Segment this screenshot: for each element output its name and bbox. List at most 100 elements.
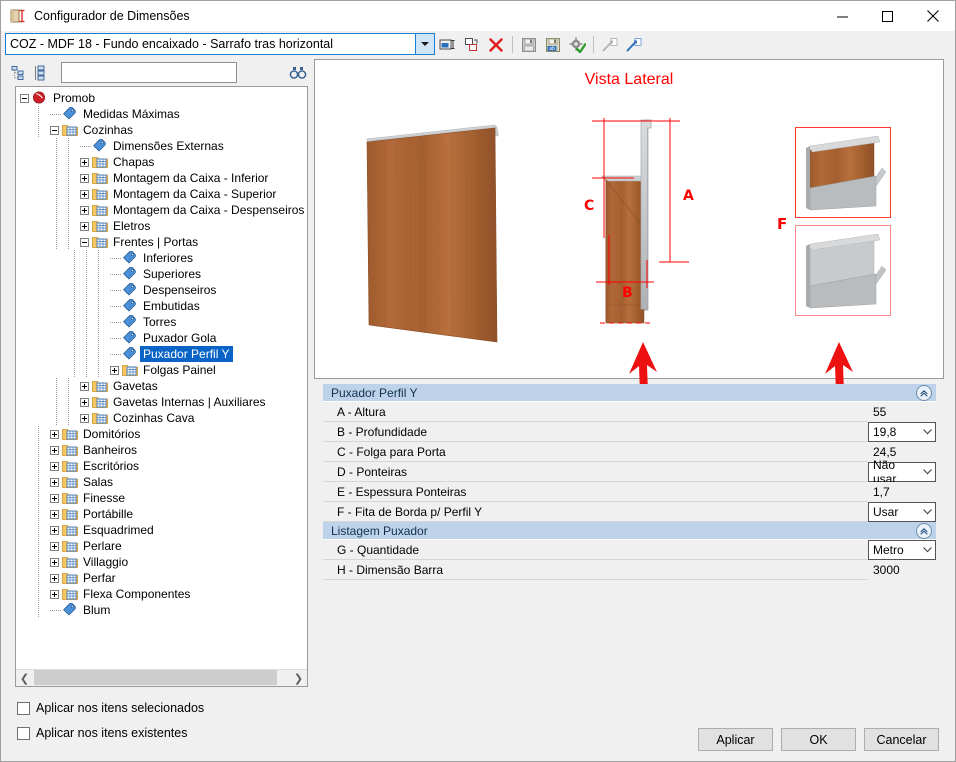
property-value[interactable]: 55 <box>868 401 936 422</box>
tree-item-embutidas[interactable]: Embutidas <box>16 298 307 314</box>
save-icon[interactable] <box>518 34 540 56</box>
scrollbar-thumb[interactable] <box>34 669 277 685</box>
expand-all-icon[interactable] <box>9 62 31 84</box>
tree-item-despenseiros[interactable]: Despenseiros <box>16 282 307 298</box>
export-icon[interactable] <box>599 34 621 56</box>
tree-item-banheiros[interactable]: Banheiros <box>16 442 307 458</box>
expand-icon[interactable] <box>50 493 59 503</box>
property-select[interactable]: Metro <box>868 539 936 560</box>
expand-icon[interactable] <box>50 477 59 487</box>
model-select[interactable]: COZ - MDF 18 - Fundo encaixado - Sarrafo… <box>5 33 435 55</box>
property-select[interactable]: Usar <box>868 501 936 522</box>
chevron-left-icon[interactable]: ❮ <box>16 670 33 687</box>
minimize-button[interactable] <box>820 2 865 31</box>
checkbox-box[interactable] <box>17 701 30 715</box>
property-select[interactable]: Não usar <box>868 458 936 486</box>
tree-item-escrit-rios[interactable]: Escritórios <box>16 458 307 474</box>
tree-item-promob[interactable]: Promob <box>16 90 307 106</box>
tree-item-eletros[interactable]: Eletros <box>16 218 307 234</box>
tree-item-cozinhas-cava[interactable]: Cozinhas Cava <box>16 410 307 426</box>
tree-item-montagem-da-caixa-superior[interactable]: Montagem da Caixa - Superior <box>16 186 307 202</box>
apply-button[interactable]: Aplicar <box>698 728 773 751</box>
expand-icon[interactable] <box>50 509 59 519</box>
chevron-right-icon[interactable]: ❯ <box>290 670 307 687</box>
chevron-down-icon[interactable] <box>919 546 935 553</box>
collapse-icon[interactable] <box>20 93 29 103</box>
property-value[interactable]: 1,7 <box>868 481 936 502</box>
model-tree-panel[interactable]: Promob Medidas Máximas Cozinhas Dimensões E… <box>15 86 308 687</box>
tree-item-perlare[interactable]: Perlare <box>16 538 307 554</box>
close-button[interactable] <box>910 2 955 31</box>
expand-icon[interactable] <box>80 157 89 167</box>
expand-icon[interactable] <box>80 205 89 215</box>
checkbox-apply-existing[interactable]: Aplicar nos itens existentes <box>17 726 187 740</box>
expand-icon[interactable] <box>80 381 89 391</box>
collapse-all-icon[interactable] <box>31 62 53 84</box>
maximize-button[interactable] <box>865 2 910 31</box>
tree-item-dimens-es-externas[interactable]: Dimensões Externas <box>16 138 307 154</box>
tree-item-domit-rios[interactable]: Domitórios <box>16 426 307 442</box>
apply-settings-icon[interactable] <box>566 34 588 56</box>
tree-item-perfar[interactable]: Perfar <box>16 570 307 586</box>
binoculars-find-icon[interactable] <box>287 63 309 83</box>
checkbox-box[interactable] <box>17 726 30 740</box>
tree-item-torres[interactable]: Torres <box>16 314 307 330</box>
tree-item-superiores[interactable]: Superiores <box>16 266 307 282</box>
tree-item-chapas[interactable]: Chapas <box>16 154 307 170</box>
expand-icon[interactable] <box>50 525 59 535</box>
tree-item-montagem-da-caixa-inferior[interactable]: Montagem da Caixa - Inferior <box>16 170 307 186</box>
expand-icon[interactable] <box>50 573 59 583</box>
tree-item-finesse[interactable]: Finesse <box>16 490 307 506</box>
tree-item-flexa-componentes[interactable]: Flexa Componentes <box>16 586 307 602</box>
tree-item-salas[interactable]: Salas <box>16 474 307 490</box>
chevron-down-icon[interactable] <box>415 34 434 54</box>
tree-item-port-bille[interactable]: Portábille <box>16 506 307 522</box>
property-value[interactable]: 3000 <box>868 559 936 580</box>
expand-icon[interactable] <box>50 445 59 455</box>
expand-icon[interactable] <box>80 221 89 231</box>
collapse-icon[interactable] <box>50 125 59 135</box>
duplicate-icon[interactable] <box>461 34 483 56</box>
property-select[interactable]: 19,8 <box>868 421 936 442</box>
expand-icon[interactable] <box>50 461 59 471</box>
search-input[interactable] <box>61 62 237 83</box>
property-group-header[interactable]: Listagem Puxador <box>323 522 936 540</box>
tree-item-inferiores[interactable]: Inferiores <box>16 250 307 266</box>
chevron-down-icon[interactable] <box>919 508 935 515</box>
cancel-button[interactable]: Cancelar <box>864 728 939 751</box>
scrollbar-track[interactable] <box>33 669 290 687</box>
tree-item-folgas-painel[interactable]: Folgas Painel <box>16 362 307 378</box>
delete-icon[interactable] <box>485 34 507 56</box>
import-icon[interactable] <box>623 34 645 56</box>
tree-item-cozinhas[interactable]: Cozinhas <box>16 122 307 138</box>
tree-horizontal-scrollbar[interactable]: ❮ ❯ <box>16 669 307 686</box>
ok-button[interactable]: OK <box>781 728 856 751</box>
save-as-icon[interactable]: ab <box>542 34 564 56</box>
chevron-down-icon[interactable] <box>920 468 935 475</box>
expand-icon[interactable] <box>50 557 59 567</box>
tree-item-villaggio[interactable]: Villaggio <box>16 554 307 570</box>
tree-item-blum[interactable]: Blum <box>16 602 307 618</box>
collapse-icon[interactable] <box>80 237 89 247</box>
expand-icon[interactable] <box>50 541 59 551</box>
rename-icon[interactable] <box>437 34 459 56</box>
tree-item-esquadrimed[interactable]: Esquadrimed <box>16 522 307 538</box>
tree-item-montagem-da-caixa-despenseiros-torres[interactable]: Montagem da Caixa - Despenseiros | Torre… <box>16 202 307 218</box>
search-input-field[interactable] <box>62 63 236 82</box>
expand-icon[interactable] <box>80 397 89 407</box>
chevron-down-icon[interactable] <box>919 428 935 435</box>
tree-item-frentes-portas[interactable]: Frentes | Portas <box>16 234 307 250</box>
collapse-chevrons-icon[interactable] <box>916 385 932 401</box>
expand-icon[interactable] <box>80 189 89 199</box>
expand-icon[interactable] <box>80 413 89 423</box>
property-group-header[interactable]: Puxador Perfil Y <box>323 384 936 402</box>
expand-icon[interactable] <box>50 429 59 439</box>
checkbox-apply-selected[interactable]: Aplicar nos itens selecionados <box>17 701 204 715</box>
collapse-chevrons-icon[interactable] <box>916 523 932 539</box>
tree-item-puxador-gola[interactable]: Puxador Gola <box>16 330 307 346</box>
tree-item-gavetas-internas-auxiliares[interactable]: Gavetas Internas | Auxiliares <box>16 394 307 410</box>
expand-icon[interactable] <box>50 589 59 599</box>
expand-icon[interactable] <box>80 173 89 183</box>
tree-item-medidas-m-ximas[interactable]: Medidas Máximas <box>16 106 307 122</box>
tree-item-puxador-perfil-y[interactable]: Puxador Perfil Y <box>16 346 307 362</box>
